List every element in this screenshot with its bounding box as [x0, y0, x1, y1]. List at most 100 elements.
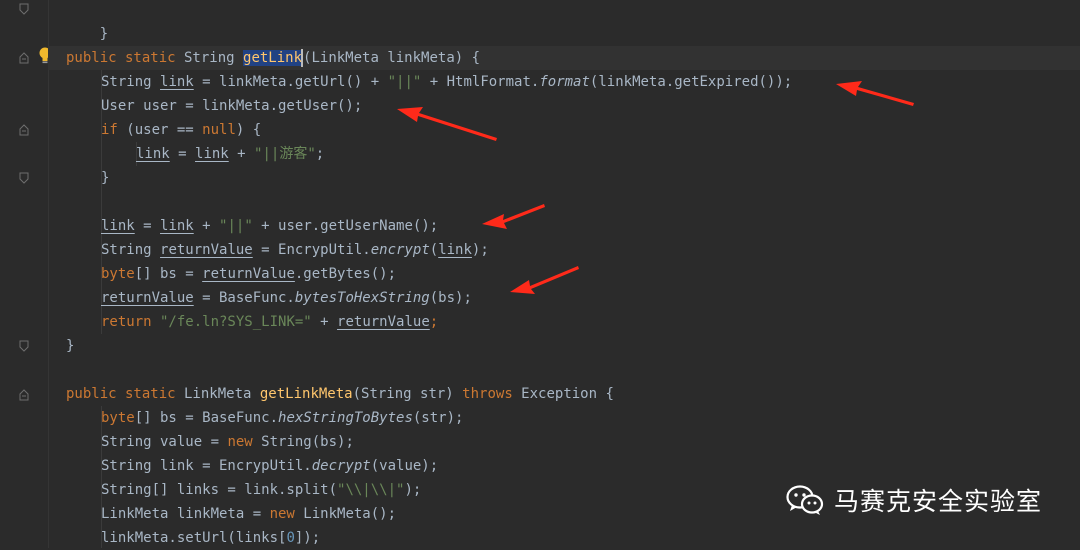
code-line: String link = EncrypUtil.decrypt(value);	[101, 454, 438, 478]
code-token: Exception {	[512, 386, 614, 402]
code-line: linkMeta.setUrl(links[0]);	[101, 526, 320, 550]
code-line: byte[] bs = returnValue.getBytes();	[101, 262, 396, 286]
code-token: = BaseFunc.	[193, 290, 295, 306]
closing-brace: }	[101, 170, 110, 186]
code-line-current: public static String getLink(LinkMeta li…	[48, 46, 1080, 70]
code-token: (str);	[412, 410, 464, 426]
code-token: String(bs);	[252, 434, 354, 450]
variable-link: link	[136, 146, 170, 162]
code-token: ;	[429, 314, 439, 330]
code-token: String[] links = link.split(	[101, 482, 338, 498]
code-token: LinkMeta linkMeta =	[101, 506, 270, 522]
keyword: new	[269, 506, 295, 522]
keyword: public static	[66, 386, 176, 402]
code-token: (value);	[370, 458, 439, 474]
code-token: +	[311, 314, 338, 330]
code-token: (user ==	[117, 122, 203, 138]
code-line: String link = linkMeta.getUrl() + "||" +…	[101, 70, 792, 94]
keyword: byte	[101, 410, 135, 426]
static-method: encrypt	[370, 242, 430, 258]
code-token: = linkMeta.getUrl() +	[193, 74, 388, 90]
red-arrow-2	[397, 107, 497, 141]
keyword: public static	[66, 50, 176, 66]
variable-returnvalue: returnValue	[101, 290, 194, 306]
selected-method-name[interactable]: getLink	[243, 50, 303, 66]
code-token: ]);	[294, 530, 321, 546]
number-literal: 0	[286, 530, 295, 546]
variable-returnvalue: returnValue	[202, 266, 295, 282]
code-token: );	[471, 242, 489, 258]
variable-link: link	[160, 74, 194, 90]
code-token: [] bs =	[134, 266, 203, 282]
variable-returnvalue: returnValue	[160, 242, 253, 258]
code-token: LinkMeta();	[294, 506, 397, 522]
code-line: User user = linkMeta.getUser();	[101, 94, 362, 118]
code-token: (	[429, 242, 439, 258]
code-token: String value =	[101, 434, 228, 450]
code-token: String	[101, 74, 161, 90]
code-token: (bs);	[429, 290, 472, 306]
watermark: 马赛克安全实验室	[786, 480, 1042, 520]
fold-marker-icon[interactable]	[19, 124, 29, 136]
fold-marker-icon[interactable]	[19, 389, 29, 401]
code-token: User user = linkMeta.getUser();	[101, 98, 363, 114]
code-token: String	[101, 242, 161, 258]
code-line: }	[66, 334, 74, 358]
code-token: + HtmlFormat.	[421, 74, 540, 90]
string-literal: "/fe.ln?SYS_LINK="	[151, 314, 312, 330]
variable-link: link	[195, 146, 229, 162]
fold-marker-icon[interactable]	[19, 340, 29, 352]
watermark-text: 马赛克安全实验室	[834, 487, 1043, 516]
keyword: null	[202, 122, 236, 138]
code-line: }	[101, 166, 109, 190]
code-token: ;	[315, 146, 325, 162]
gutter-divider	[48, 0, 49, 548]
red-arrow-4	[510, 266, 579, 294]
code-token: +	[193, 218, 220, 234]
code-token: =	[134, 218, 161, 234]
return-type: LinkMeta	[175, 386, 260, 402]
code-line: link = link + "||游客";	[136, 142, 324, 166]
closing-brace: }	[99, 26, 109, 42]
code-line: String[] links = link.split("\\|\\|");	[101, 478, 421, 502]
fold-marker-icon[interactable]	[19, 172, 29, 184]
string-literal: "||"	[219, 218, 253, 234]
string-literal: "\\|\\|"	[337, 482, 405, 498]
variable-link: link	[101, 218, 135, 234]
variable-link: link	[438, 242, 472, 258]
code-token: .getBytes();	[294, 266, 397, 282]
code-token: = EncrypUtil.	[252, 242, 371, 258]
code-line: returnValue = BaseFunc.bytesToHexString(…	[101, 286, 472, 310]
code-line: public static LinkMeta getLinkMeta(Strin…	[66, 382, 614, 406]
fold-marker-icon[interactable]	[19, 52, 29, 64]
fold-marker-icon[interactable]	[19, 3, 29, 15]
variable-link: link	[160, 218, 194, 234]
code-token: +	[228, 146, 255, 162]
code-token: =	[169, 146, 196, 162]
code-token: ) {	[235, 122, 262, 138]
method-name[interactable]: getLinkMeta	[260, 386, 353, 402]
code-line: if (user == null) {	[101, 118, 261, 142]
signature: (LinkMeta linkMeta) {	[303, 50, 481, 66]
code-token: (linkMeta.getExpired());	[589, 74, 793, 90]
code-token: );	[404, 482, 422, 498]
return-type: String	[175, 50, 244, 66]
code-line: byte[] bs = BaseFunc.hexStringToBytes(st…	[101, 406, 463, 430]
string-literal: "||"	[387, 74, 422, 90]
wechat-icon	[786, 485, 824, 515]
code-token: + user.getUserName();	[252, 218, 439, 234]
keyword: throws	[462, 386, 513, 402]
code-line: LinkMeta linkMeta = new LinkMeta();	[101, 502, 396, 526]
code-line: return "/fe.ln?SYS_LINK=" + returnValue;	[101, 310, 438, 334]
code-token: [] bs = BaseFunc.	[134, 410, 279, 426]
code-line: String value = new String(bs);	[101, 430, 354, 454]
keyword: return	[101, 314, 152, 330]
red-arrow-3	[482, 204, 545, 229]
keyword: if	[101, 122, 118, 138]
keyword: byte	[101, 266, 135, 282]
editor-gutter	[0, 0, 48, 548]
static-method: bytesToHexString	[294, 290, 430, 306]
static-method: format	[539, 74, 590, 90]
closing-brace: }	[66, 338, 75, 354]
static-method: hexStringToBytes	[278, 410, 413, 426]
